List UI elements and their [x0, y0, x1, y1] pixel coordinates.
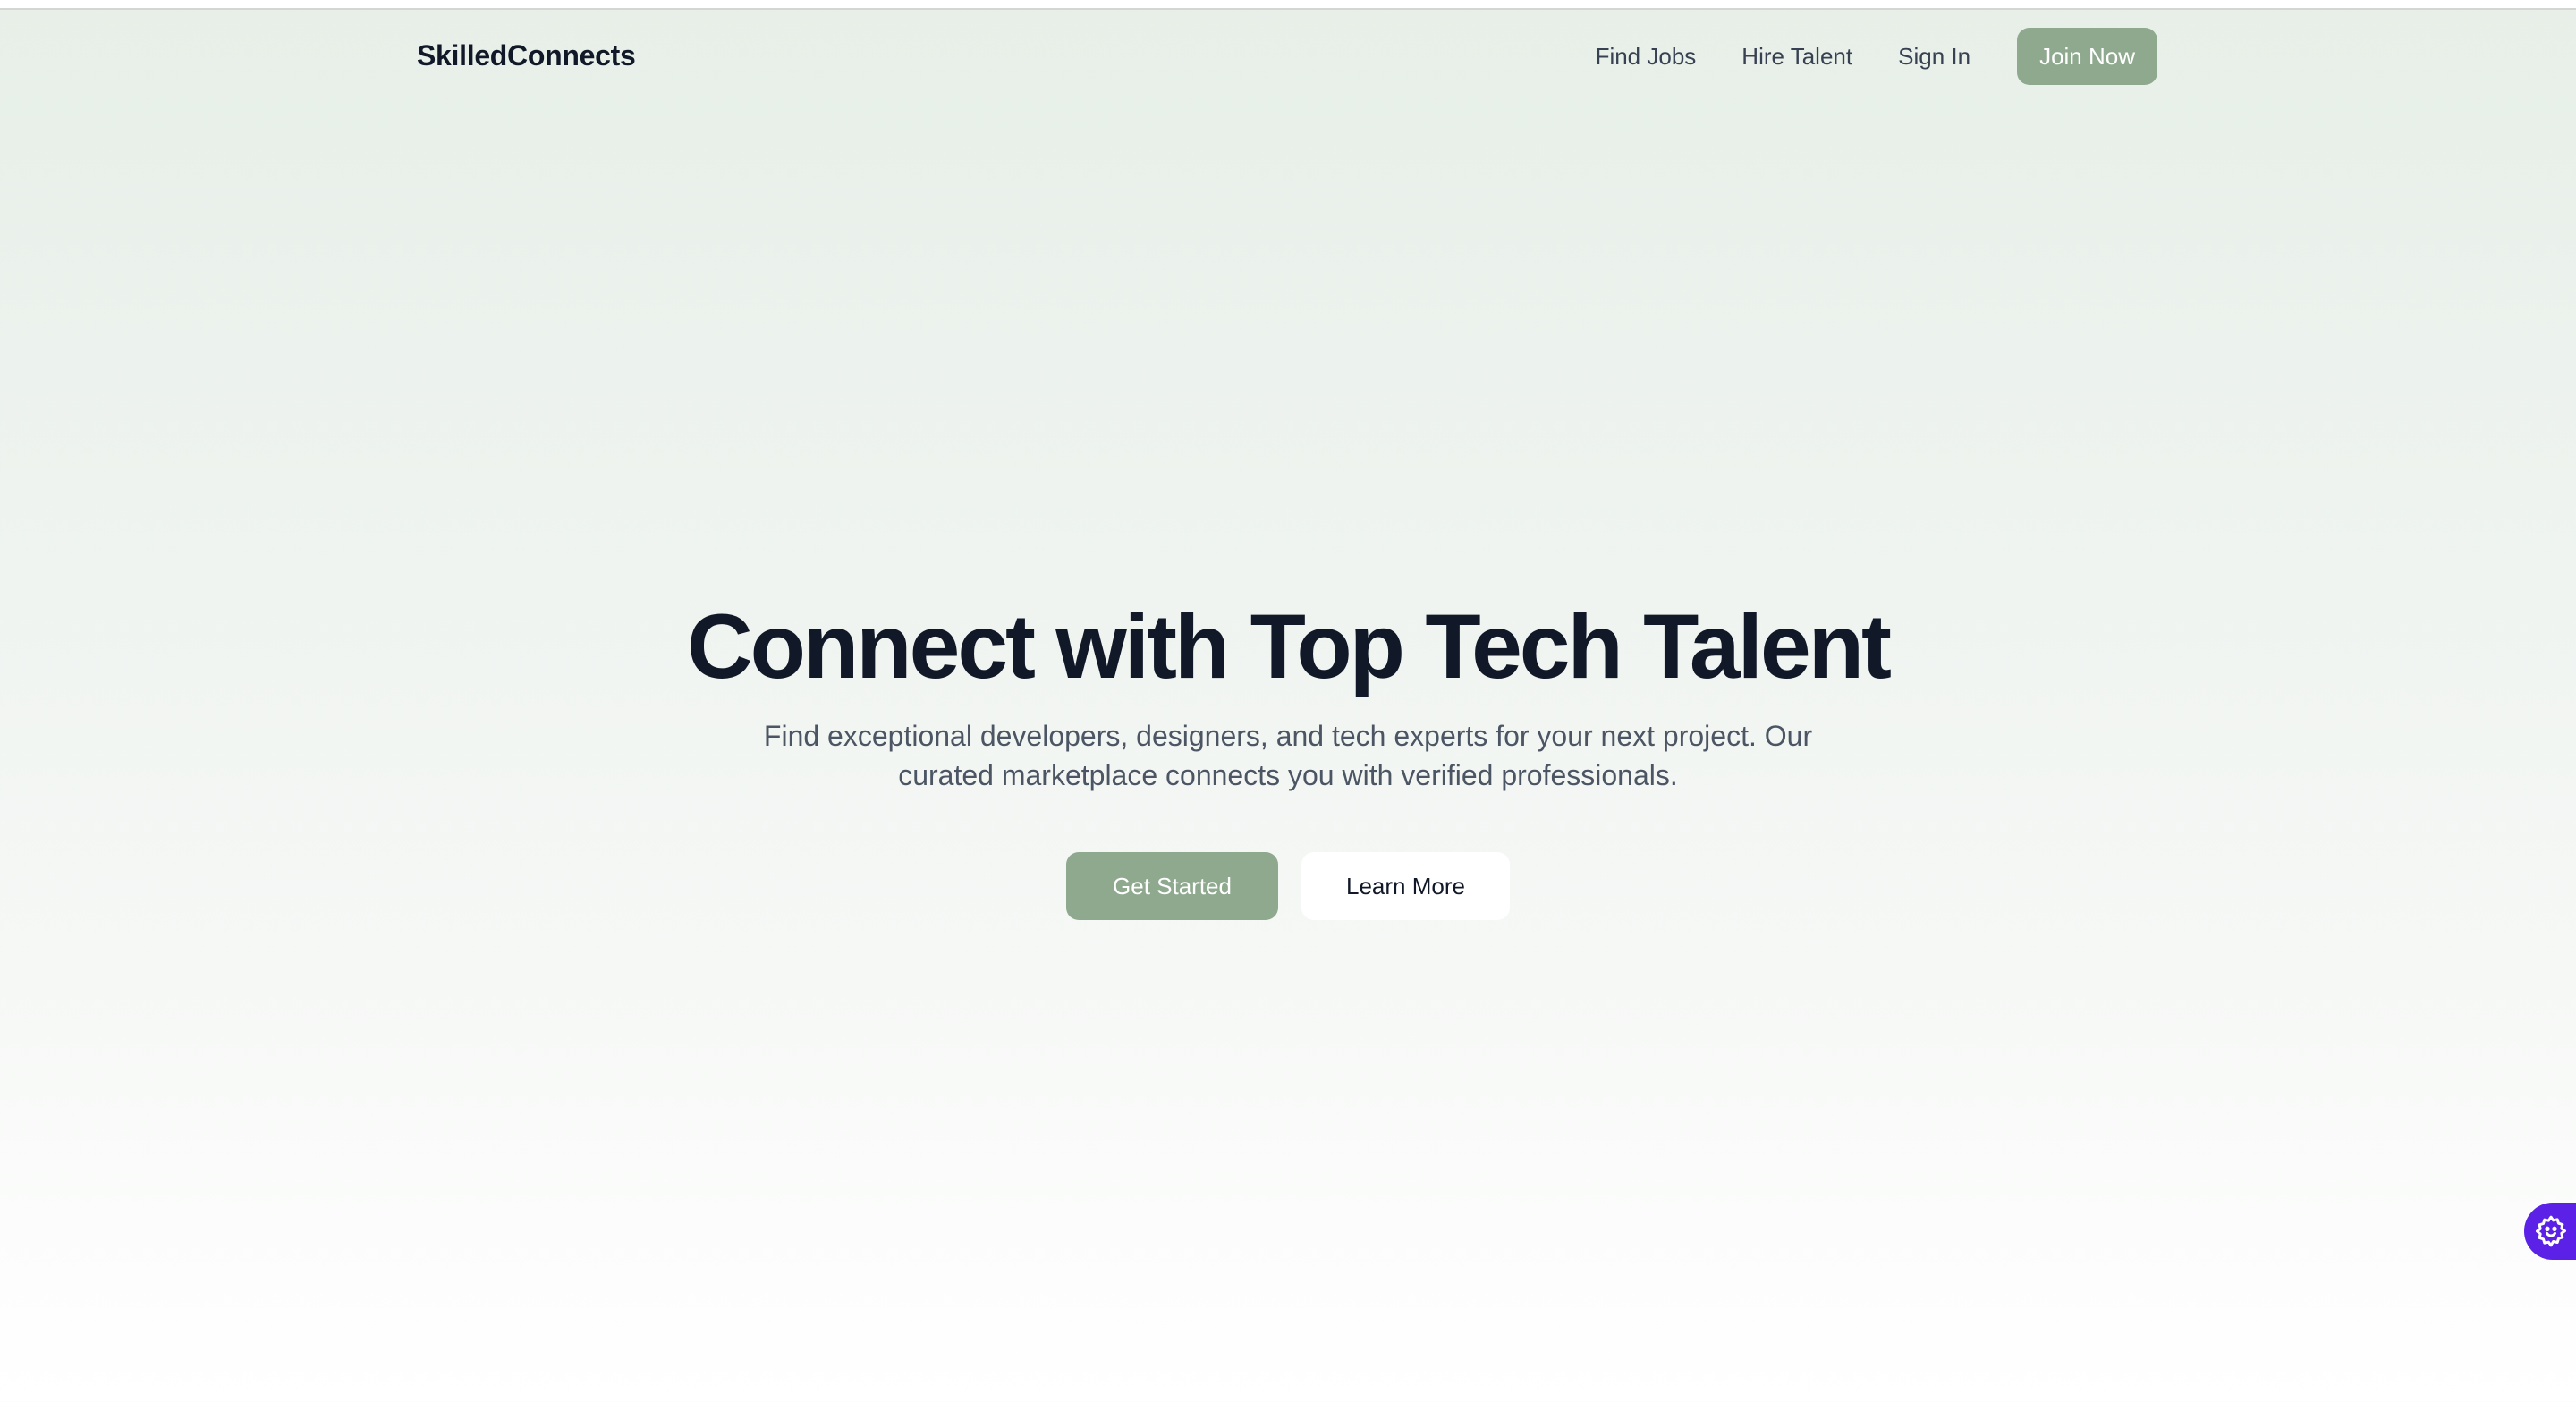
gear-icon: [2533, 1213, 2569, 1249]
primary-nav: Find Jobs Hire Talent Sign In Join Now: [1596, 28, 2157, 85]
brand-logo[interactable]: SkilledConnects: [417, 39, 636, 72]
floating-settings-widget[interactable]: [2524, 1203, 2576, 1260]
hero-subtitle-line-2: curated marketplace connects you with ve…: [898, 759, 1678, 791]
join-now-button[interactable]: Join Now: [2017, 28, 2157, 85]
nav-find-jobs[interactable]: Find Jobs: [1596, 43, 1697, 71]
top-navbar: SkilledConnects Find Jobs Hire Talent Si…: [0, 10, 2576, 103]
browser-top-edge: [0, 0, 2576, 10]
hero-subtitle-line-1: Find exceptional developers, designers, …: [763, 720, 1813, 752]
hero-actions: Get Started Learn More: [0, 852, 2576, 920]
get-started-button[interactable]: Get Started: [1066, 852, 1278, 920]
learn-more-button[interactable]: Learn More: [1301, 852, 1510, 920]
hero-title: Connect with Top Tech Talent: [687, 595, 1892, 697]
hero-section: Connect with Top Tech Talent Find except…: [0, 595, 2576, 920]
nav-hire-talent[interactable]: Hire Talent: [1741, 43, 1852, 71]
hero-subtitle: Find exceptional developers, designers, …: [751, 716, 1825, 795]
nav-sign-in[interactable]: Sign In: [1898, 43, 1970, 71]
